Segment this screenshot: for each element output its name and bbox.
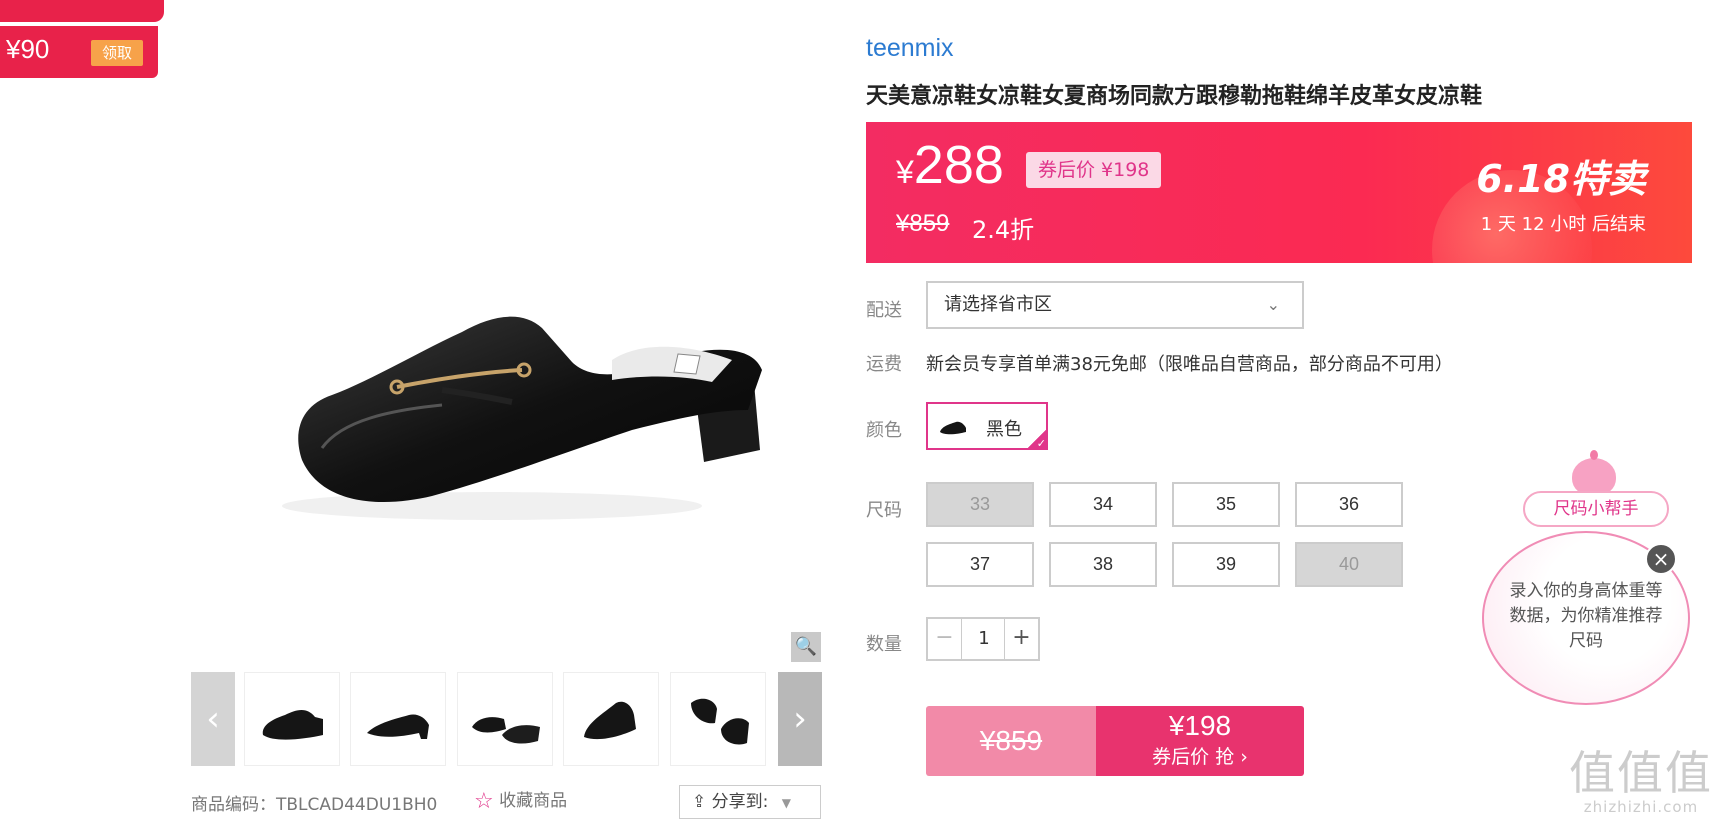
countdown-timer: 1 天 12 小时 后结束 xyxy=(1480,214,1646,235)
thumbnail-1[interactable] xyxy=(244,672,340,766)
color-label: 颜色 xyxy=(866,420,902,441)
current-price-value: 288 xyxy=(913,135,1004,195)
quantity-stepper: − 1 + xyxy=(926,617,1040,661)
buy-with-coupon-button[interactable]: ¥859 ¥198 券后价 抢 › xyxy=(926,706,1304,776)
original-price: ¥859 xyxy=(896,210,950,237)
watermark: 值值值 zhizhizhi.com xyxy=(1568,748,1714,816)
increase-quantity-button[interactable]: + xyxy=(1004,619,1038,659)
share-button[interactable]: ⇪ 分享到: ▼ xyxy=(679,785,821,819)
star-icon: ☆ xyxy=(474,789,494,814)
coupon-perforation xyxy=(0,23,158,25)
thumbnail-2[interactable] xyxy=(350,672,446,766)
sku-code: TBLCAD44DU1BH0 xyxy=(276,795,438,815)
size-option-33: 33 xyxy=(926,482,1034,527)
promo-logo: 6.18特卖 xyxy=(1476,157,1646,201)
currency-symbol: ¥ xyxy=(896,154,914,190)
favorite-label: 收藏商品 xyxy=(499,791,568,811)
size-option-34[interactable]: 34 xyxy=(1049,482,1157,527)
shipping-info: 新会员专享首单满38元免邮（限唯品自营商品，部分商品不可用） xyxy=(926,354,1453,375)
buy-coupon-section[interactable]: ¥198 券后价 抢 › xyxy=(1096,706,1304,776)
magnifier-icon[interactable]: 🔍 xyxy=(791,632,821,662)
region-select-value: 请选择省市区 xyxy=(944,294,1052,315)
quantity-label: 数量 xyxy=(866,634,902,655)
size-helper-tag[interactable]: 尺码小帮手 xyxy=(1523,491,1669,527)
coupon-amount: ¥90 xyxy=(6,34,50,64)
shipping-label: 运费 xyxy=(866,354,902,375)
size-label: 尺码 xyxy=(866,500,902,521)
size-option-37[interactable]: 37 xyxy=(926,542,1034,587)
thumbnail-3[interactable] xyxy=(457,672,553,766)
decrease-quantity-button[interactable]: − xyxy=(928,619,962,659)
coupon-ribbon[interactable]: ¥90 领取 xyxy=(0,0,164,78)
size-option-38[interactable]: 38 xyxy=(1049,542,1157,587)
price-banner: ¥288 券后价 ¥198 ¥859 2.4折 6.18特卖 1 天 12 小时… xyxy=(866,122,1692,263)
buy-action-label: 券后价 抢 › xyxy=(1152,746,1248,768)
share-label: 分享到: xyxy=(711,792,769,812)
shoe-swatch-icon xyxy=(940,421,966,435)
buy-original-price: ¥859 xyxy=(926,706,1096,776)
sku-label: 商品编码： xyxy=(191,795,276,815)
thumbnail-4[interactable] xyxy=(563,672,659,766)
selected-check-icon: ✓ xyxy=(1026,428,1048,450)
chevron-left-icon[interactable]: ‹ xyxy=(191,672,235,766)
chevron-down-icon: ⌄ xyxy=(1266,295,1280,314)
region-select[interactable]: 请选择省市区 ⌄ xyxy=(926,281,1304,329)
size-option-35[interactable]: 35 xyxy=(1172,482,1280,527)
delivery-label: 配送 xyxy=(866,300,902,321)
after-coupon-price-badge: 券后价 ¥198 xyxy=(1026,152,1162,188)
size-option-40: 40 xyxy=(1295,542,1403,587)
main-product-image[interactable] xyxy=(192,10,822,650)
current-price: ¥288 xyxy=(896,134,1004,196)
color-option-black[interactable]: 黑色 ✓ xyxy=(926,402,1048,450)
product-title: 天美意凉鞋女凉鞋女夏商场同款方跟穆勒拖鞋绵羊皮革女皮凉鞋 xyxy=(866,84,1483,109)
watermark-logo: 值值值 xyxy=(1569,746,1713,800)
coupon-ribbon-top xyxy=(0,0,164,22)
size-option-39[interactable]: 39 xyxy=(1172,542,1280,587)
brand-link[interactable]: teenmix xyxy=(866,34,954,63)
share-icon: ⇪ xyxy=(692,792,707,812)
coupon-claim-button[interactable]: 领取 xyxy=(91,40,143,66)
sku-line: 商品编码：TBLCAD44DU1BH0 xyxy=(191,790,437,815)
caret-down-icon: ▼ xyxy=(781,796,792,810)
chevron-right-icon[interactable]: › xyxy=(778,672,822,766)
color-option-label: 黑色 xyxy=(986,419,1022,440)
size-option-36[interactable]: 36 xyxy=(1295,482,1403,527)
discount-rate: 2.4折 xyxy=(972,216,1035,244)
quantity-input[interactable]: 1 xyxy=(962,619,1006,659)
close-icon[interactable]: × xyxy=(1645,543,1677,575)
watermark-site: zhizhizhi.com xyxy=(1583,798,1699,816)
favorite-button[interactable]: ☆ 收藏商品 xyxy=(474,786,567,814)
size-helper-text: 录入你的身高体重等数据，为你精准推荐尺码 xyxy=(1509,581,1663,651)
buy-coupon-price: ¥198 xyxy=(1168,710,1232,741)
thumbnail-5[interactable] xyxy=(670,672,766,766)
